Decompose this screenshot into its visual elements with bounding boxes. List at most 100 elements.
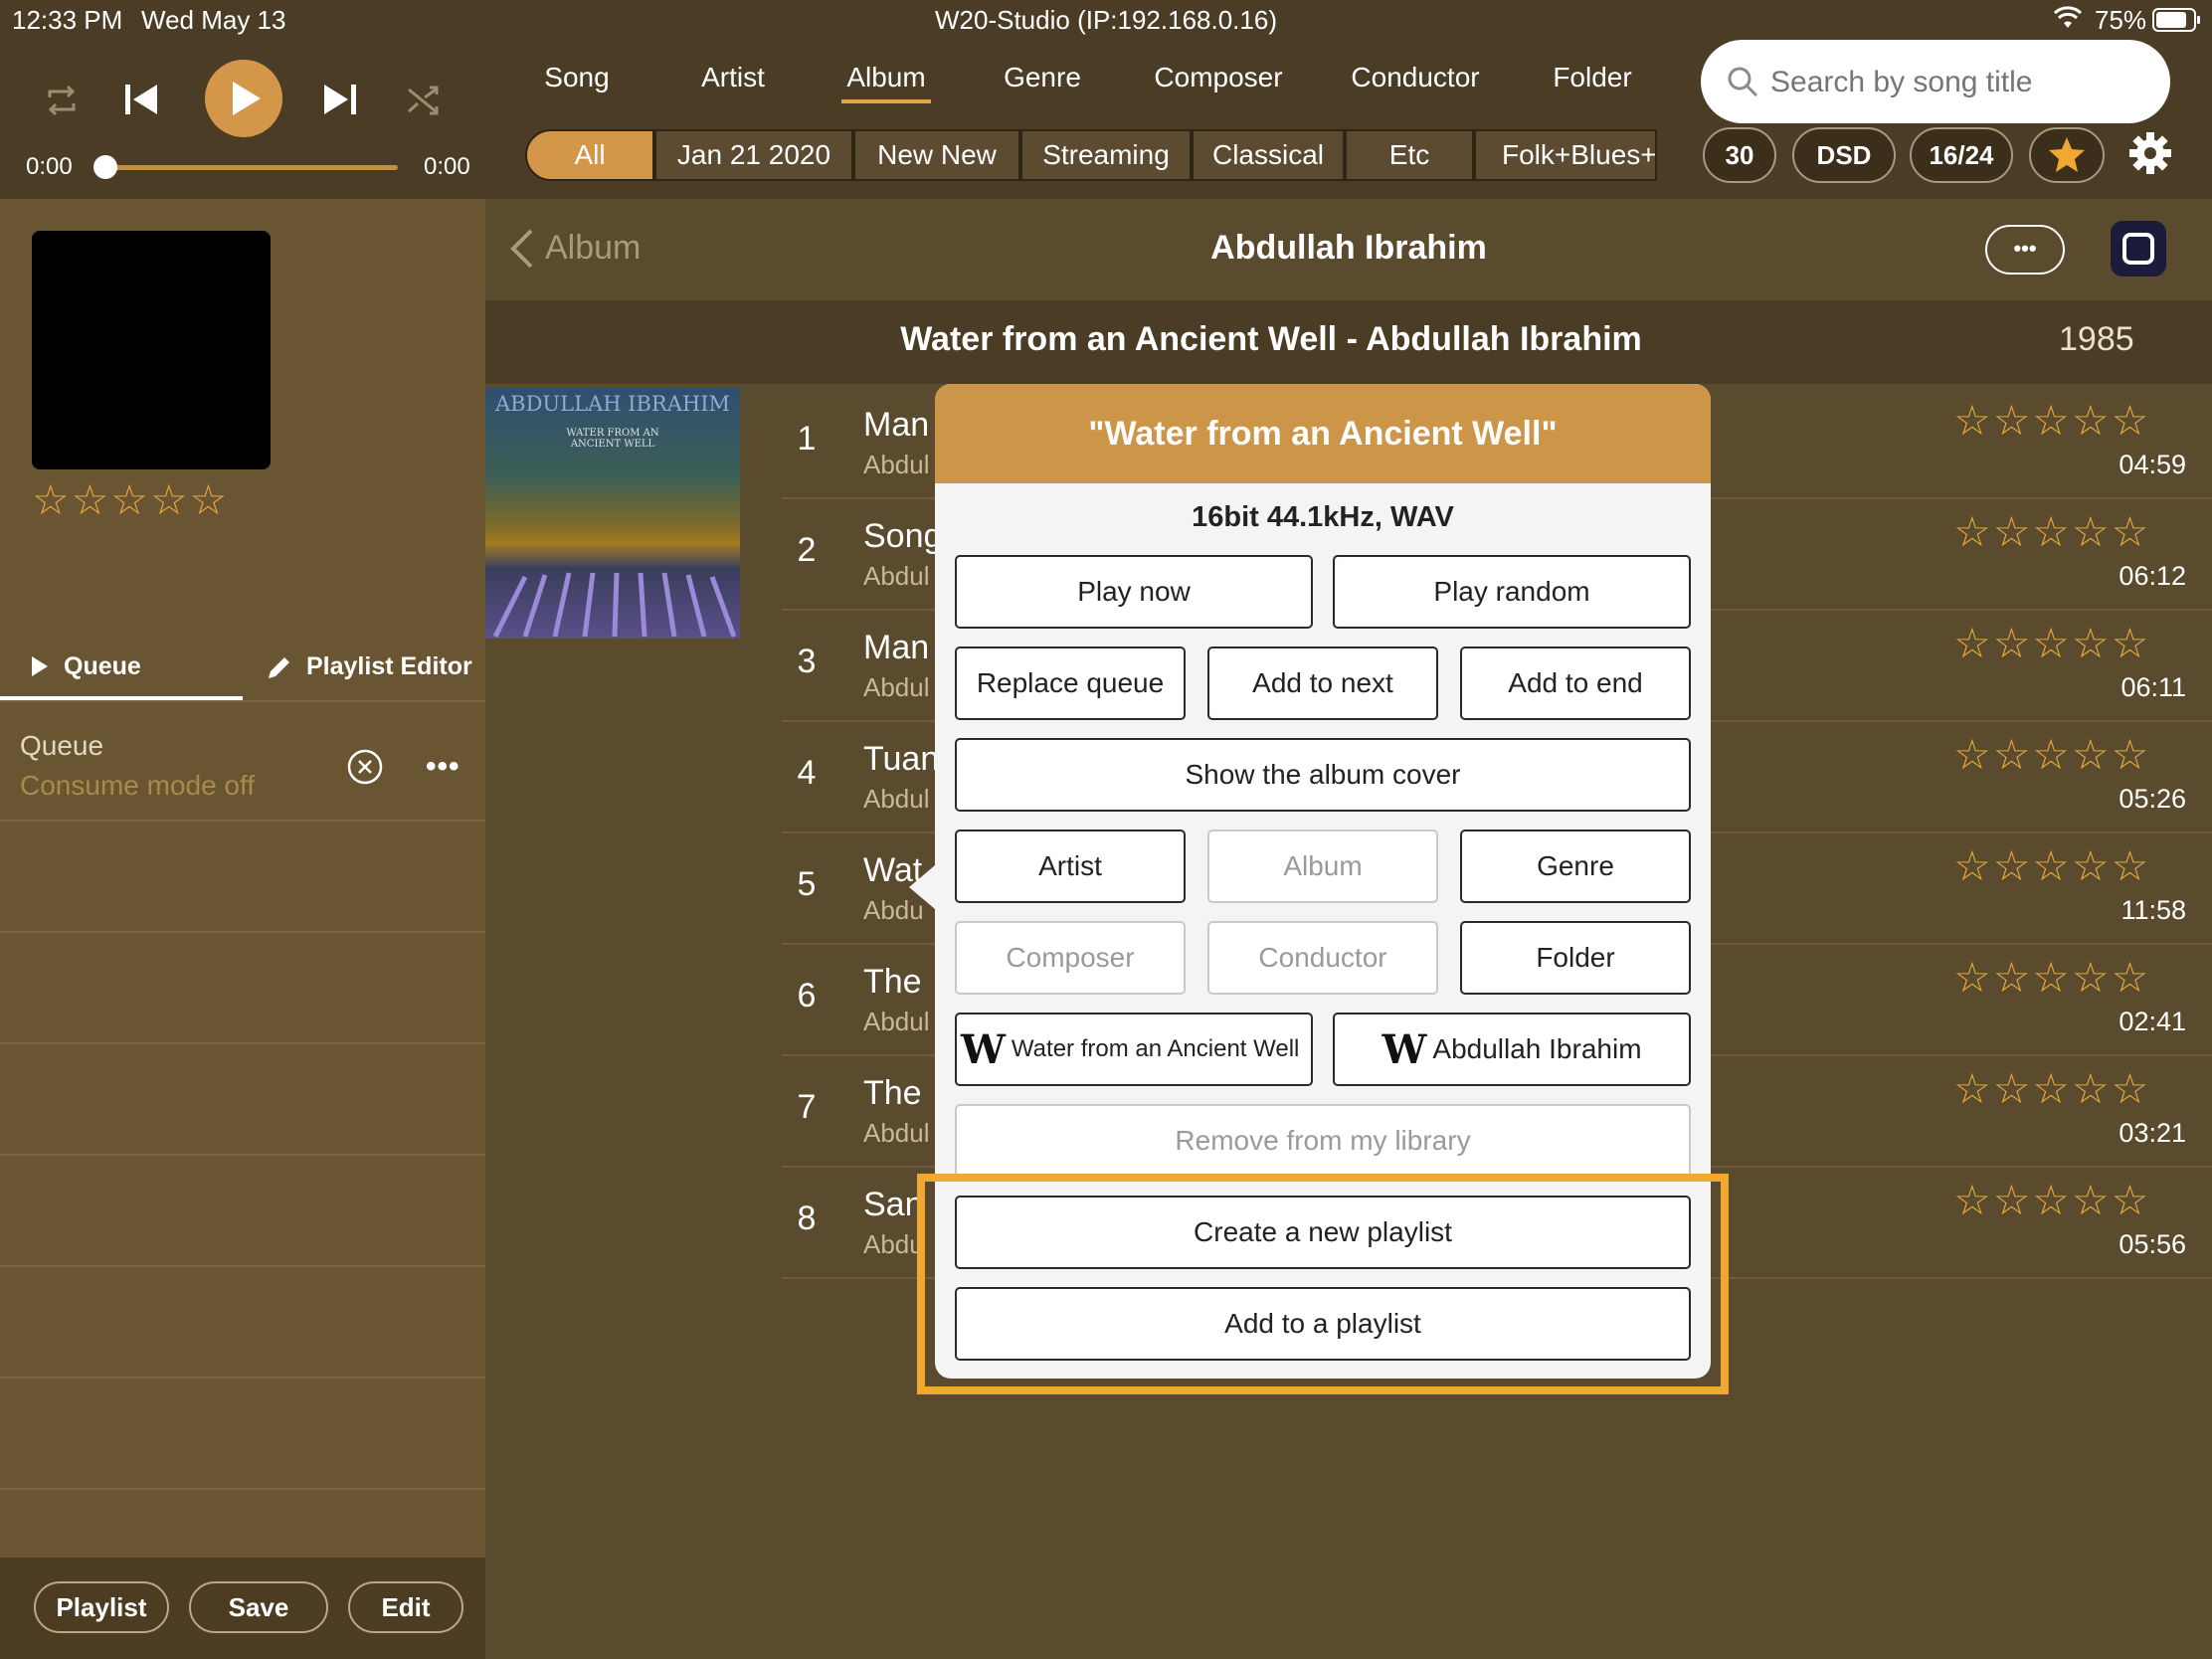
track-title: Tuan	[863, 740, 940, 778]
wifi-icon	[2053, 6, 2083, 35]
more-options-button[interactable]: •••	[1985, 225, 2065, 275]
pill-dsd[interactable]: DSD	[1792, 127, 1896, 183]
filter-all[interactable]: All	[525, 129, 654, 181]
battery-icon	[2152, 8, 2202, 37]
filter-etc[interactable]: Etc	[1345, 129, 1474, 181]
album-button: Album	[1207, 830, 1438, 903]
track-number: 1	[797, 420, 817, 458]
tab-conductor[interactable]: Conductor	[1349, 62, 1482, 93]
album-title: Water from an Ancient Well - Abdullah Ib…	[900, 320, 1642, 358]
wikipedia-artist-button[interactable]: W Abdullah Ibrahim	[1333, 1013, 1691, 1086]
wikipedia-icon: W	[961, 1025, 1006, 1073]
divider	[0, 1377, 485, 1379]
track-rating[interactable]: ☆☆☆☆☆	[1953, 953, 2150, 1002]
filter-folk-blues[interactable]: Folk+Blues+C	[1474, 129, 1657, 181]
search-input[interactable]	[1768, 58, 2150, 107]
track-rating[interactable]: ☆☆☆☆☆	[1953, 507, 2150, 556]
seek-handle[interactable]	[93, 155, 117, 179]
tab-composer[interactable]: Composer	[1152, 62, 1285, 93]
queue-more-icon[interactable]: •••	[426, 750, 461, 784]
album-year: 1985	[2059, 320, 2134, 358]
tab-song[interactable]: Song	[537, 62, 617, 93]
track-duration: 06:11	[2120, 672, 2186, 702]
audio-format: 16bit 44.1kHz, WAV	[1192, 501, 1454, 533]
next-icon[interactable]	[322, 82, 358, 122]
album-cover[interactable]: ABDULLAH IBRAHIM WATER FROM AN ANCIENT W…	[485, 388, 740, 639]
pencil-icon	[265, 652, 294, 687]
conductor-button: Conductor	[1207, 921, 1438, 995]
search-icon	[1728, 67, 1758, 97]
previous-icon[interactable]	[123, 82, 159, 122]
tab-folder[interactable]: Folder	[1548, 62, 1637, 93]
pill-16-24[interactable]: 16/24	[1910, 127, 2013, 183]
now-playing-rating[interactable]: ☆☆☆☆☆	[32, 475, 229, 524]
track-duration: 11:58	[2120, 895, 2186, 925]
play-now-button[interactable]: Play now	[955, 555, 1313, 629]
popover-arrow	[909, 865, 935, 909]
artist-button[interactable]: Artist	[955, 830, 1186, 903]
track-number: 8	[797, 1199, 817, 1237]
shuffle-icon[interactable]	[406, 84, 442, 122]
filter-jan-21-2020[interactable]: Jan 21 2020	[654, 129, 853, 181]
tab-album[interactable]: Album	[841, 62, 931, 103]
cover-artist-text: ABDULLAH IBRAHIM	[495, 392, 730, 416]
filter-new-new[interactable]: New New	[853, 129, 1020, 181]
tab-artist[interactable]: Artist	[686, 62, 780, 93]
track-duration: 04:59	[2119, 450, 2186, 479]
add-to-end-button[interactable]: Add to end	[1460, 646, 1691, 720]
track-rating[interactable]: ☆☆☆☆☆	[1953, 396, 2150, 445]
filter-streaming[interactable]: Streaming	[1020, 129, 1192, 181]
battery-percent: 75%	[2095, 5, 2147, 35]
track-artist: Abdul	[863, 672, 930, 702]
create-new-playlist-button[interactable]: Create a new playlist	[955, 1196, 1691, 1269]
track-duration: 03:21	[2119, 1118, 2186, 1148]
remove-from-library-button: Remove from my library	[955, 1104, 1691, 1178]
replace-queue-button[interactable]: Replace queue	[955, 646, 1186, 720]
star-filled-icon	[2049, 137, 2085, 172]
track-duration: 06:12	[2119, 561, 2186, 591]
track-rating[interactable]: ☆☆☆☆☆	[1953, 1064, 2150, 1113]
search-box[interactable]	[1701, 40, 2170, 123]
track-rating[interactable]: ☆☆☆☆☆	[1953, 619, 2150, 667]
folder-button[interactable]: Folder	[1460, 921, 1691, 995]
playlist-editor-tab[interactable]: Playlist Editor	[306, 652, 472, 681]
add-to-playlist-button[interactable]: Add to a playlist	[955, 1287, 1691, 1361]
track-duration: 05:26	[2119, 784, 2186, 814]
play-random-button[interactable]: Play random	[1333, 555, 1691, 629]
seek-bar[interactable]	[105, 165, 398, 170]
gear-icon[interactable]	[2128, 131, 2172, 180]
queue-tab[interactable]: Queue	[64, 652, 141, 681]
track-title: San	[863, 1186, 924, 1223]
track-rating[interactable]: ☆☆☆☆☆	[1953, 730, 2150, 779]
track-duration: 05:56	[2119, 1229, 2186, 1259]
chevron-left-icon[interactable]	[507, 227, 537, 276]
track-artist: Abdul	[863, 450, 930, 479]
tab-genre[interactable]: Genre	[995, 62, 1090, 93]
show-album-cover-button[interactable]: Show the album cover	[955, 738, 1691, 812]
genre-button[interactable]: Genre	[1460, 830, 1691, 903]
track-artist: Abdul	[863, 1118, 930, 1148]
add-to-next-button[interactable]: Add to next	[1207, 646, 1438, 720]
elapsed-time: 0:00	[26, 153, 73, 180]
track-number: 5	[797, 865, 817, 903]
track-rating[interactable]: ☆☆☆☆☆	[1953, 1176, 2150, 1224]
favorites-button[interactable]	[2029, 127, 2105, 183]
playlist-button[interactable]: Playlist	[34, 1581, 169, 1633]
pill-30[interactable]: 30	[1703, 127, 1776, 183]
device-title: W20-Studio (IP:192.168.0.16)	[935, 5, 1277, 35]
save-button[interactable]: Save	[189, 1581, 328, 1633]
app-switch-button[interactable]	[2111, 221, 2166, 276]
wikipedia-album-button[interactable]: W Water from an Ancient Well	[955, 1013, 1313, 1086]
edit-button[interactable]: Edit	[348, 1581, 463, 1633]
track-artist: Abdul	[863, 784, 930, 814]
filter-classical[interactable]: Classical	[1192, 129, 1345, 181]
track-rating[interactable]: ☆☆☆☆☆	[1953, 841, 2150, 890]
play-icon	[233, 82, 261, 115]
repeat-icon[interactable]	[44, 84, 80, 122]
track-artist: Abdul	[863, 561, 930, 591]
back-album[interactable]: Album	[545, 229, 641, 268]
wikipedia-artist-label: Abdullah Ibrahim	[1432, 1033, 1642, 1064]
total-time: 0:00	[424, 153, 470, 180]
play-button[interactable]	[205, 60, 282, 137]
clear-queue-icon[interactable]	[346, 748, 384, 791]
